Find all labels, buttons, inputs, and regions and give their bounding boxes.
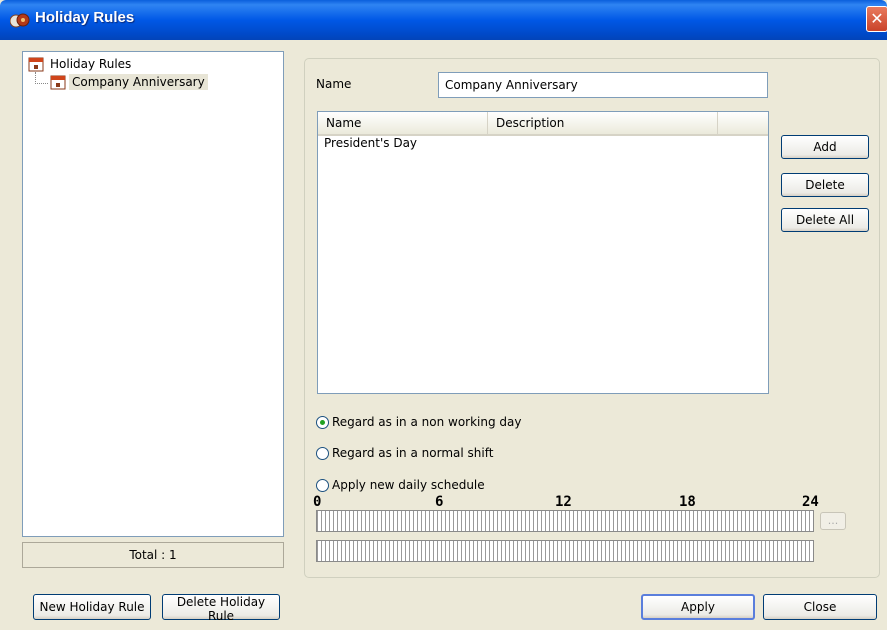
name-input[interactable]: Company Anniversary xyxy=(438,72,768,98)
schedule-tick-12: 12 xyxy=(555,494,572,510)
calendar-icon xyxy=(28,57,44,72)
schedule-tick-18: 18 xyxy=(679,494,696,510)
tree-root-holiday-rules[interactable]: Holiday Rules xyxy=(28,55,134,73)
radio-new-daily-schedule[interactable]: Apply new daily schedule xyxy=(316,478,485,492)
radio-label-normal-shift: Regard as in a normal shift xyxy=(332,446,494,460)
delete-all-button[interactable]: Delete All xyxy=(781,208,869,232)
radio-button-selected[interactable] xyxy=(316,415,329,429)
close-window-button[interactable]: ✕ xyxy=(866,6,887,32)
close-icon: ✕ xyxy=(870,9,884,28)
delete-button[interactable]: Delete xyxy=(781,173,869,197)
holiday-rules-window: Holiday Rules ✕ Holiday Rules Company An… xyxy=(0,0,887,630)
radio-non-working-day[interactable]: Regard as in a non working day xyxy=(316,415,522,429)
schedule-tick-0: 0 xyxy=(313,494,322,510)
radio-label-new-schedule: Apply new daily schedule xyxy=(332,478,485,492)
schedule-timeline-bar[interactable] xyxy=(316,510,814,532)
list-header: Name Description xyxy=(318,112,768,136)
radio-label-non-working: Regard as in a non working day xyxy=(332,415,522,429)
add-button[interactable]: Add xyxy=(781,135,869,159)
list-item-name: President's Day xyxy=(324,136,418,150)
schedule-tick-6: 6 xyxy=(435,494,444,510)
close-button[interactable]: Close xyxy=(763,594,877,620)
schedule-timeline-bar-secondary[interactable] xyxy=(316,540,814,562)
calendar-icon xyxy=(50,75,66,90)
tree-root-label: Holiday Rules xyxy=(50,57,132,71)
window-title: Holiday Rules xyxy=(35,9,135,26)
delete-holiday-rule-button[interactable]: Delete Holiday Rule xyxy=(162,594,280,623)
column-header-name[interactable]: Name xyxy=(318,112,488,134)
tree-item-label: Company Anniversary xyxy=(69,74,208,90)
radio-button[interactable] xyxy=(316,478,329,492)
schedule-tick-24: 24 xyxy=(802,494,819,510)
list-item[interactable]: President's Day xyxy=(324,136,417,150)
radio-button[interactable] xyxy=(316,446,329,460)
holiday-list[interactable]: Name Description President's Day xyxy=(317,111,769,394)
total-count: Total : 1 xyxy=(22,542,284,568)
radio-normal-shift[interactable]: Regard as in a normal shift xyxy=(316,446,493,460)
title-bar[interactable]: Holiday Rules ✕ xyxy=(0,0,887,40)
name-label: Name xyxy=(316,77,352,91)
tree-item-company-anniversary[interactable]: Company Anniversary xyxy=(50,73,208,91)
column-header-description[interactable]: Description xyxy=(488,112,718,134)
holiday-app-icon xyxy=(10,13,30,28)
new-holiday-rule-button[interactable]: New Holiday Rule xyxy=(33,594,151,620)
schedule-ellipsis-button[interactable]: ... xyxy=(820,512,846,530)
holiday-rule-tree[interactable]: Holiday Rules Company Anniversary xyxy=(22,51,284,537)
tree-connector xyxy=(35,72,48,84)
apply-button[interactable]: Apply xyxy=(641,594,755,620)
